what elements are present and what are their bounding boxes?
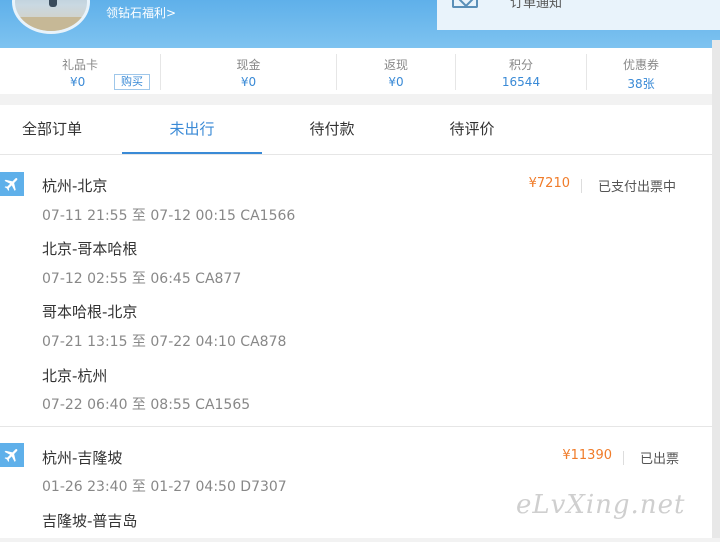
- notice-text: 订单通知: [510, 0, 563, 11]
- segment-time: 07-11 21:55 至 07-12 00:15 CA1566: [42, 208, 296, 224]
- plane-icon: [0, 172, 24, 196]
- avatar-figure: [49, 0, 57, 7]
- mail-icon[interactable]: [452, 0, 478, 8]
- order-card[interactable]: 杭州-北京 ¥7210 已支付出票中 07-11 21:55 至 07-12 0…: [0, 155, 712, 427]
- diamond-welfare-link[interactable]: 领钻石福利>: [106, 4, 176, 21]
- price-divider: [623, 451, 624, 465]
- stat-cashback[interactable]: 返现 ¥0: [337, 48, 455, 94]
- stat-label: 返现: [383, 58, 408, 72]
- order-status: 已支付出票中: [598, 180, 677, 195]
- stat-value: ¥0: [240, 75, 257, 89]
- segment-route: 吉隆坡-普吉岛: [42, 512, 138, 530]
- plane-icon: [0, 443, 24, 467]
- stat-label: 现金: [236, 58, 261, 72]
- order-tabs: 全部订单 未出行 待付款 待评价: [0, 105, 712, 155]
- segment-time: 01-26 23:40 至 01-27 04:50 D7307: [42, 479, 287, 495]
- stat-label: 积分: [508, 58, 533, 72]
- buy-gift-card-button[interactable]: 购买: [114, 74, 150, 90]
- segment-time: 07-22 06:40 至 08:55 CA1565: [42, 397, 251, 413]
- order-status: 已出票: [640, 452, 680, 467]
- section-divider: [0, 94, 720, 105]
- stat-cash[interactable]: 现金 ¥0: [161, 48, 336, 94]
- segment-route: 杭州-吉隆坡: [42, 449, 123, 467]
- segment-route: 北京-杭州: [42, 367, 108, 385]
- segment-time: 07-21 13:15 至 07-22 04:10 CA878: [42, 334, 287, 350]
- order-list: 杭州-北京 ¥7210 已支付出票中 07-11 21:55 至 07-12 0…: [0, 155, 712, 542]
- tab-not-traveled[interactable]: 未出行: [122, 105, 262, 154]
- price-divider: [581, 179, 582, 193]
- scrollbar-track[interactable]: [712, 40, 720, 542]
- account-stats: 礼品卡 ¥0 现金 ¥0 返现 ¥0 积分 16544 优惠券 38张: [0, 48, 712, 94]
- segment-time: 07-12 02:55 至 06:45 CA877: [42, 271, 242, 287]
- tab-pending-payment[interactable]: 待付款: [262, 105, 402, 154]
- stat-label: 礼品卡: [61, 58, 98, 72]
- tab-all-orders[interactable]: 全部订单: [0, 105, 104, 154]
- stat-points[interactable]: 积分 16544: [456, 48, 586, 94]
- segment-route: 杭州-北京: [42, 177, 108, 195]
- stat-label: 优惠券: [622, 58, 659, 72]
- avatar[interactable]: [12, 0, 90, 34]
- order-price: ¥7210: [528, 176, 570, 191]
- avatar-ground: [15, 17, 87, 31]
- stat-value: 38张: [627, 77, 655, 91]
- notice-panel[interactable]: [437, 0, 720, 30]
- stat-value: ¥0: [388, 75, 404, 89]
- order-price: ¥11390: [562, 448, 612, 463]
- profile-header: 领钻石福利> 订单通知: [0, 0, 720, 48]
- segment-route: 哥本哈根-北京: [42, 303, 138, 321]
- order-card[interactable]: 杭州-吉隆坡 ¥11390 已出票 01-26 23:40 至 01-27 04…: [0, 427, 712, 542]
- stat-coupons[interactable]: 优惠券 38张: [587, 48, 695, 94]
- tab-pending-review[interactable]: 待评价: [402, 105, 542, 154]
- stat-value: 16544: [501, 75, 541, 89]
- bottom-edge: [0, 538, 720, 542]
- segment-route: 北京-哥本哈根: [42, 240, 138, 258]
